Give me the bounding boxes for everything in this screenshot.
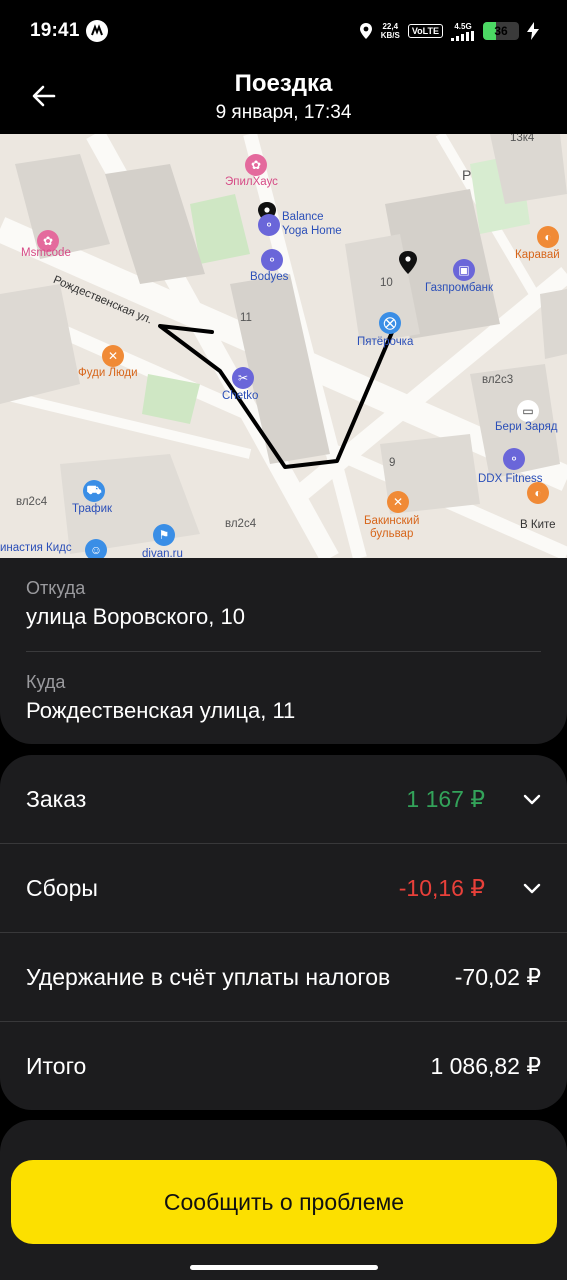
map-label-msmcode: Msmcode (21, 247, 71, 259)
map-label-balance-yoga: Balance Yoga Home (282, 211, 342, 237)
app-notification-icon (85, 20, 108, 42)
map-label-v-kite: В Ките (520, 519, 556, 531)
map-label-bodyes: Bodyes (250, 271, 289, 283)
furniture-poi-icon: ⚑ (153, 524, 175, 546)
fitness-poi-icon: ⚬ (258, 214, 280, 236)
map-label-beri-zaryad: Бери Заряд (495, 421, 558, 433)
to-caption: Куда (26, 672, 66, 692)
restaurant-poi-icon: ✕ (387, 491, 409, 513)
status-indicators: 22,4 KB/S VoLTE 4.5G 36 (359, 22, 539, 41)
from-address: улица Воровского, 10 (26, 604, 245, 629)
volte-badge: VoLTE (407, 24, 443, 38)
bank-poi-icon: ▣ (453, 259, 475, 281)
bakery-poi-icon: ◐ (537, 226, 559, 248)
to-address: Рождественская улица, 11 (26, 698, 296, 723)
fees-row[interactable]: Сборы -10,16 ₽ (0, 844, 567, 933)
battery-level: 36 (494, 24, 508, 38)
header: Поездка 9 января, 17:34 (0, 62, 567, 134)
tax-amount: -70,02 ₽ (454, 964, 541, 990)
grocery-poi-icon: ⛒ (379, 312, 401, 334)
total-label: Итого (26, 1053, 87, 1079)
map-label-gazprombank: Газпромбанк (425, 282, 494, 294)
battery-indicator: 36 (483, 22, 519, 40)
network-type: 4.5G (454, 21, 472, 31)
map-label-bakinsky: Бакинский бульвар (364, 515, 420, 540)
order-label: Заказ (26, 786, 87, 812)
fees-amount: -10,16 ₽ (398, 875, 485, 901)
charging-icon (527, 22, 539, 40)
divider (26, 651, 541, 652)
total-amount: 1 086,82 ₽ (430, 1053, 541, 1079)
cafe-poi-icon: ◐ (527, 482, 549, 504)
total-row: Итого 1 086,82 ₽ (0, 1022, 567, 1111)
chevron-down-icon (507, 883, 541, 895)
fitness-poi-icon: ⚬ (503, 448, 525, 470)
map-label-vl2c4: вл2с4 (16, 496, 48, 508)
map-label-karavay: Каравай (515, 249, 560, 261)
network-speed-unit: KB/S (380, 31, 400, 40)
beauty-poi-icon: ✿ (245, 154, 267, 176)
status-time: 19:41 (30, 20, 80, 41)
chevron-down-icon (507, 794, 541, 806)
location-icon (359, 23, 372, 39)
trip-addresses-card: Откуда улица Воровского, 10 Куда Рождест… (0, 558, 567, 744)
map-parking-label: P (462, 167, 472, 183)
order-amount: 1 167 ₽ (406, 786, 485, 812)
from-caption: Откуда (26, 578, 86, 598)
map-label-pyaterochka: Пятёрочка (357, 336, 414, 348)
report-problem-button[interactable]: Сообщить о проблеме (11, 1160, 557, 1244)
map-label-epilhaus: ЭпилХаус (225, 176, 278, 188)
map-label-ddx-fitness: DDX Fitness (478, 473, 543, 485)
network-speed: 22,4 KB/S (381, 22, 400, 40)
barber-poi-icon: ✂ (232, 367, 254, 389)
cellular-signal: 4.5G (451, 22, 475, 41)
map-house-number: 10 (380, 277, 393, 289)
map-label-fudi-ludi: Фуди Люди (78, 367, 138, 379)
fees-label: Сборы (26, 875, 98, 901)
map-house-number: 9 (389, 457, 396, 469)
payment-card: Заказ 1 167 ₽ Сборы -10,16 ₽ Удержание в… (0, 755, 567, 1110)
trip-datetime: 9 января, 17:34 (215, 102, 352, 123)
order-row[interactable]: Заказ 1 167 ₽ (0, 755, 567, 844)
signal-bars-icon (451, 30, 474, 41)
fitness-poi-icon: ⚬ (261, 249, 283, 271)
map-label-vl2c3: вл2с3 (482, 374, 514, 386)
kids-poi-icon: ☺ (85, 539, 107, 558)
car-service-poi-icon: ⛟ (83, 480, 105, 502)
network-speed-value: 22,4 (382, 22, 399, 31)
status-bar: 19:41 22,4 KB/S VoLTE 4.5G 36 (0, 0, 567, 62)
charging-poi-icon: ▭ (517, 400, 539, 422)
trip-map[interactable]: ✿ ⚬ ⚬ ✿ ✕ ✂ ⛒ ▣ ◐ ▭ ⚬ ✕ ◐ ⛟ ⚑ ☺ ЭпилХаус… (0, 134, 567, 558)
map-house-number: 13к4 (510, 134, 535, 144)
map-label-vl2c4: вл2с4 (225, 518, 257, 530)
map-label-chetko: Chetko (222, 390, 259, 402)
map-label-trafik: Трафик (72, 503, 113, 515)
map-house-number: 11 (240, 312, 252, 324)
tax-label: Удержание в счёт уплаты налогов (26, 964, 391, 990)
page-title: Поездка (234, 70, 333, 97)
home-indicator[interactable] (190, 1265, 378, 1270)
restaurant-poi-icon: ✕ (102, 345, 124, 367)
tax-row: Удержание в счёт уплаты налогов -70,02 ₽ (0, 933, 567, 1022)
map-label-dinastiya: инастия Кидс (0, 542, 72, 554)
map-label-divan: divan.ru (142, 548, 183, 558)
